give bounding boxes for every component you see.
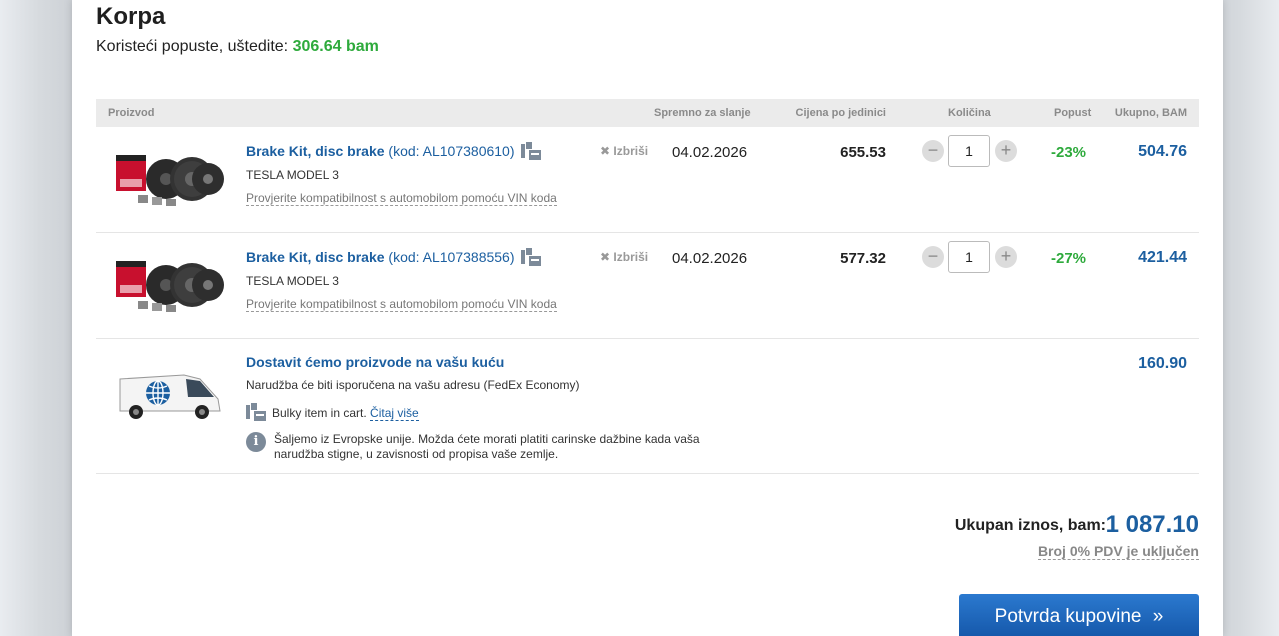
close-icon: ✖ (600, 250, 611, 264)
quantity-decrease-button[interactable]: − (922, 246, 944, 268)
table-header: Proizvod Spremno za slanje Cijena po jed… (96, 99, 1199, 127)
vat-note-link[interactable]: Broj 0% PDV je uključen (1037, 543, 1199, 560)
header-quantity: Količina (948, 107, 991, 119)
product-name[interactable]: Brake Kit, disc brake (246, 249, 385, 265)
close-icon: ✖ (600, 144, 611, 158)
table-row: Brake Kit, disc brake (kod: AL107388556)… (96, 233, 1199, 339)
ready-date: 04.02.2026 (672, 144, 748, 161)
product-name[interactable]: Brake Kit, disc brake (246, 143, 385, 159)
info-icon: i (246, 432, 266, 452)
discount-value: -23% (1051, 144, 1087, 161)
brake-kit-image[interactable] (114, 149, 224, 209)
delete-button[interactable]: ✖ Izbriši (600, 144, 648, 158)
shipping-title: Dostavit ćemo proizvode na vašu kuću (246, 354, 505, 370)
bulky-item-icon (246, 403, 266, 421)
double-chevron-right-icon: » (1152, 606, 1164, 627)
confirm-purchase-button[interactable]: Potvrda kupovine » (959, 594, 1199, 636)
product-car: TESLA MODEL 3 (246, 168, 339, 182)
product-name-link[interactable]: Brake Kit, disc brake (kod: AL107388556) (246, 248, 542, 266)
product-name-link[interactable]: Brake Kit, disc brake (kod: AL107380610) (246, 142, 542, 160)
shipping-price: 160.90 (1138, 355, 1187, 372)
delete-button[interactable]: ✖ Izbriši (600, 250, 648, 264)
ready-date: 04.02.2026 (672, 250, 748, 267)
header-product: Proizvod (108, 107, 155, 119)
bulky-item-icon (521, 248, 542, 266)
product-car: TESLA MODEL 3 (246, 274, 339, 288)
header-discount: Popust (1054, 107, 1092, 119)
discount-value: -27% (1051, 250, 1087, 267)
cart-panel: Korpa Koristeći popuste, uštedite: 306.6… (72, 0, 1223, 636)
product-code: (kod: AL107388556) (388, 249, 515, 265)
shipping-row: Dostavit ćemo proizvode na vašu kuću Nar… (96, 339, 1199, 474)
page-title: Korpa (96, 3, 166, 30)
quantity-stepper: − 1 + (922, 241, 1018, 273)
savings-line: Koristeći popuste, uštedite: 306.64 bam (96, 38, 379, 56)
delete-label: Izbriši (613, 144, 649, 158)
customs-info: i Šaljemo iz Evropske unije. Možda ćete … (246, 432, 726, 462)
savings-label: Koristeći popuste, uštedite: (96, 38, 289, 55)
unit-price: 577.32 (840, 250, 886, 267)
customs-info-text: Šaljemo iz Evropske unije. Možda ćete mo… (274, 432, 700, 461)
bulky-item-icon (521, 142, 542, 160)
quantity-input[interactable]: 1 (948, 241, 990, 273)
row-total: 504.76 (1138, 143, 1187, 160)
read-more-link[interactable]: Čitaj više (370, 406, 419, 421)
table-row: Brake Kit, disc brake (kod: AL107380610)… (96, 127, 1199, 233)
quantity-stepper: − 1 + (922, 135, 1018, 167)
shipping-description: Narudžba će biti isporučena na vašu adre… (246, 378, 580, 392)
header-unit-price: Cijena po jedinici (795, 107, 886, 119)
row-total: 421.44 (1138, 249, 1187, 266)
delivery-van-image (119, 374, 221, 419)
unit-price: 655.53 (840, 144, 886, 161)
total-value: 1 087.10 (1105, 511, 1199, 538)
header-ready: Spremno za slanje (654, 107, 751, 119)
vin-check-link[interactable]: Provjerite kompatibilnost s automobilom … (246, 297, 557, 312)
quantity-decrease-button[interactable]: − (922, 140, 944, 162)
bulky-notice: Bulky item in cart. Čitaj više (246, 403, 419, 421)
quantity-input[interactable]: 1 (948, 135, 990, 167)
vin-check-link[interactable]: Provjerite kompatibilnost s automobilom … (246, 191, 557, 206)
brake-kit-image[interactable] (114, 255, 224, 315)
confirm-purchase-label: Potvrda kupovine (994, 606, 1142, 627)
savings-value: 306.64 bam (292, 38, 379, 55)
quantity-increase-button[interactable]: + (995, 140, 1017, 162)
total-label: Ukupan iznos, bam: (954, 517, 1106, 534)
delete-label: Izbriši (613, 250, 649, 264)
quantity-increase-button[interactable]: + (995, 246, 1017, 268)
header-total: Ukupno, BAM (1114, 107, 1187, 119)
product-code: (kod: AL107380610) (388, 143, 515, 159)
bulky-text: Bulky item in cart. (272, 406, 367, 420)
